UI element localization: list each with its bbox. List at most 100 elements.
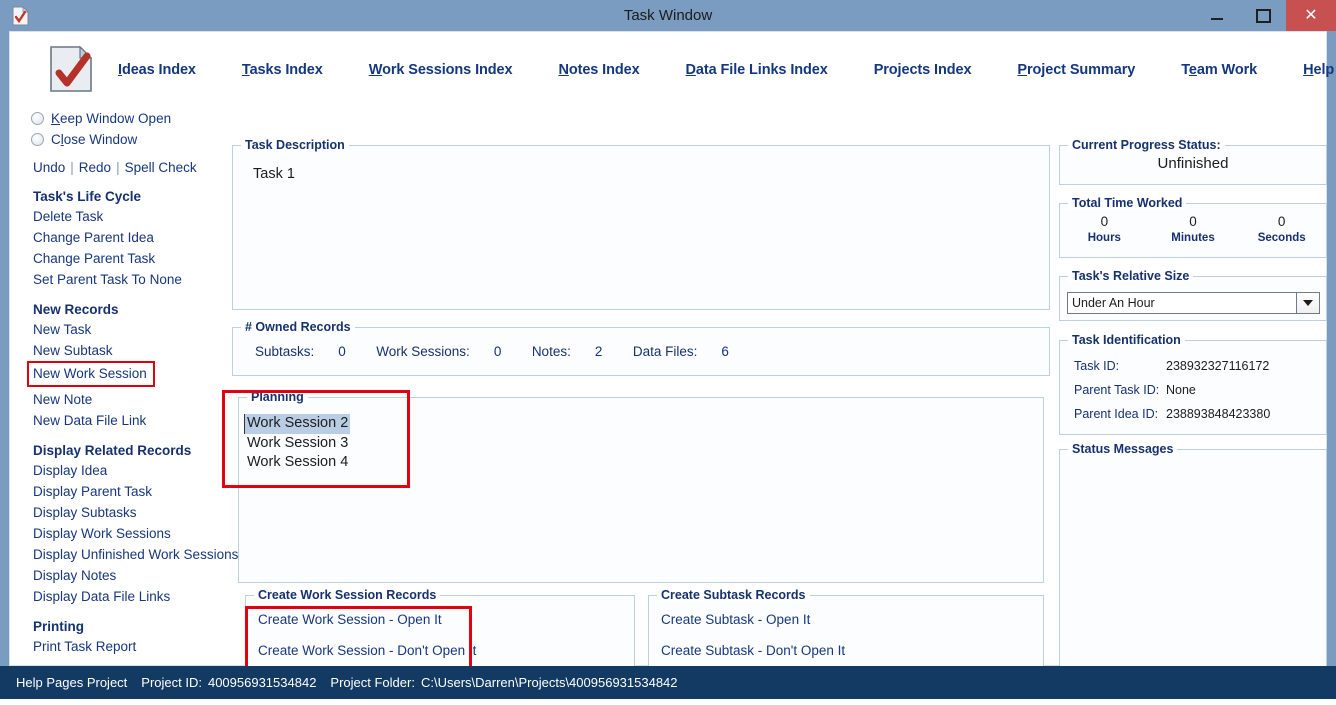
ident-row-task-id: Task ID: 238932327116172: [1074, 359, 1269, 373]
nav-notes-index[interactable]: Notes Index: [558, 62, 639, 78]
create-subtask-records-legend: Create Subtask Records: [657, 588, 810, 602]
owned-records-row: Subtasks: 0 Work Sessions: 0 Notes: 2 Da…: [255, 344, 759, 359]
sidebar-heading-new-records: New Records: [33, 302, 222, 317]
sidebar-item-delete-task[interactable]: Delete Task: [33, 208, 222, 225]
statusbar-project-id: 400956931534842: [208, 675, 316, 690]
plan-row: Work Session 2: [245, 414, 350, 434]
task-identification-panel: Task Identification Task ID: 23893232711…: [1059, 340, 1327, 435]
nav-data-file-links-index[interactable]: Data File Links Index: [686, 62, 828, 78]
total-time-worked-panel: Total Time Worked 0 Hours 0 Minutes 0 Se…: [1059, 203, 1327, 258]
nav-help[interactable]: Help: [1303, 62, 1334, 78]
owned-cell-notes: Notes: 2: [532, 344, 605, 359]
ident-value-task-id: 238932327116172: [1166, 359, 1269, 373]
owned-value-data-files: 6: [721, 344, 731, 359]
planning-item-selected[interactable]: Work Session 2: [244, 414, 350, 434]
owned-value-subtasks: 0: [338, 344, 348, 359]
time-unit-minutes: Minutes: [1149, 232, 1238, 244]
close-icon: ✕: [1304, 8, 1317, 24]
client-area: Ideas Index Tasks Index Work Sessions In…: [9, 31, 1327, 666]
time-cell-seconds: 0 Seconds: [1237, 214, 1326, 244]
action-create-subtask-open-it[interactable]: Create Subtask - Open It: [661, 612, 1043, 628]
ident-label-parent-task-id: Parent Task ID:: [1074, 383, 1166, 397]
nav-team-work[interactable]: Team Work: [1181, 62, 1257, 78]
owned-records-legend: # Owned Records: [241, 320, 355, 334]
time-cell-minutes: 0 Minutes: [1149, 214, 1238, 244]
radio-icon: [31, 133, 44, 146]
nav-ideas-index[interactable]: Ideas Index: [118, 62, 196, 78]
task-window: Task Window ✕ Ideas Index Tasks Index Wo…: [0, 0, 1336, 699]
sidebar-item-display-notes[interactable]: Display Notes: [33, 567, 222, 584]
minimize-button[interactable]: [1194, 0, 1240, 31]
nav-projects-index[interactable]: Projects Index: [874, 62, 972, 78]
statusbar-project-id-label: Project ID:: [141, 675, 202, 690]
total-time-worked-row: 0 Hours 0 Minutes 0 Seconds: [1060, 214, 1326, 244]
title-bar: Task Window ✕: [0, 0, 1336, 31]
task-description-legend: Task Description: [241, 138, 349, 152]
radio-label-close-window: Close Window: [51, 132, 137, 147]
owned-label-data-files: Data Files:: [633, 344, 698, 359]
task-relative-size-legend: Task's Relative Size: [1068, 269, 1193, 283]
action-create-work-session-open-it[interactable]: Create Work Session - Open It: [258, 612, 634, 628]
sidebar-item-display-subtasks[interactable]: Display Subtasks: [33, 504, 222, 521]
sidebar-item-set-parent-task-to-none[interactable]: Set Parent Task To None: [33, 271, 222, 288]
window-controls: ✕: [1194, 0, 1336, 31]
undo-button[interactable]: Undo: [33, 160, 65, 175]
nav-links: Ideas Index Tasks Index Work Sessions In…: [118, 32, 1336, 108]
close-button[interactable]: ✕: [1286, 0, 1336, 31]
task-relative-size-value: Under An Hour: [1068, 293, 1296, 313]
nav-project-summary[interactable]: Project Summary: [1017, 62, 1135, 78]
current-progress-status-value: Unfinished: [1060, 155, 1326, 172]
current-progress-status-legend: Current Progress Status:: [1068, 138, 1225, 152]
time-value-minutes: 0: [1149, 214, 1238, 229]
sidebar-heading-display-related-records: Display Related Records: [33, 443, 222, 458]
window-title: Task Window: [0, 0, 1336, 31]
maximize-button[interactable]: [1240, 0, 1286, 31]
ident-value-parent-idea-id: 238893848423380: [1166, 407, 1270, 421]
owned-cell-data-files: Data Files: 6: [633, 344, 732, 359]
statusbar-project-name: Help Pages Project: [16, 675, 127, 690]
sidebar-item-new-data-file-link[interactable]: New Data File Link: [33, 412, 222, 429]
sidebar-item-display-data-file-links[interactable]: Display Data File Links: [33, 588, 222, 605]
nav-work-sessions-index[interactable]: Work Sessions Index: [369, 62, 513, 78]
status-messages-panel: Status Messages: [1059, 449, 1327, 687]
sidebar-item-new-task[interactable]: New Task: [33, 321, 222, 338]
action-create-work-session-dont-open-it[interactable]: Create Work Session - Don't Open It: [258, 643, 634, 659]
planning-item[interactable]: Work Session 3: [245, 434, 350, 454]
sidebar-item-display-idea[interactable]: Display Idea: [33, 462, 222, 479]
plan-row: Work Session 3: [245, 434, 350, 454]
sidebar-item-display-work-sessions[interactable]: Display Work Sessions: [33, 525, 222, 542]
task-description-text[interactable]: Task 1: [253, 166, 295, 182]
time-unit-hours: Hours: [1060, 232, 1149, 244]
sidebar-item-print-task-report[interactable]: Print Task Report: [33, 638, 222, 655]
ident-row-parent-idea-id: Parent Idea ID: 238893848423380: [1074, 407, 1270, 421]
sidebar-item-new-work-session[interactable]: New Work Session: [27, 361, 155, 387]
time-value-seconds: 0: [1237, 214, 1326, 229]
redo-button[interactable]: Redo: [79, 160, 111, 175]
ident-label-task-id: Task ID:: [1074, 359, 1166, 373]
radio-keep-window-open[interactable]: Keep Window Open: [31, 108, 222, 129]
task-identification-legend: Task Identification: [1068, 333, 1185, 347]
planning-item[interactable]: Work Session 4: [245, 453, 350, 473]
separator: |: [70, 160, 74, 175]
radio-close-window[interactable]: Close Window: [31, 129, 222, 150]
create-work-session-records-legend: Create Work Session Records: [254, 588, 440, 602]
action-create-subtask-dont-open-it[interactable]: Create Subtask - Don't Open It: [661, 643, 1043, 659]
owned-label-subtasks: Subtasks:: [255, 344, 314, 359]
owned-label-notes: Notes:: [532, 344, 571, 359]
sidebar-item-change-parent-task[interactable]: Change Parent Task: [33, 250, 222, 267]
sidebar-item-display-unfinished-work-sessions[interactable]: Display Unfinished Work Sessions: [33, 546, 222, 563]
owned-records-panel: # Owned Records Subtasks: 0 Work Session…: [232, 327, 1050, 376]
time-unit-seconds: Seconds: [1237, 232, 1326, 244]
sidebar-item-change-parent-idea[interactable]: Change Parent Idea: [33, 229, 222, 246]
sidebar-item-new-subtask[interactable]: New Subtask: [33, 342, 222, 359]
top-navigation: Ideas Index Tasks Index Work Sessions In…: [10, 32, 1326, 108]
sidebar-item-new-note[interactable]: New Note: [33, 391, 222, 408]
chevron-down-icon[interactable]: [1296, 293, 1319, 313]
spell-check-button[interactable]: Spell Check: [125, 160, 197, 175]
ident-value-parent-task-id: None: [1166, 383, 1196, 397]
status-messages-legend: Status Messages: [1068, 442, 1177, 456]
planning-text-area[interactable]: Work Session 2 Work Session 3 Work Sessi…: [245, 414, 350, 473]
sidebar-item-display-parent-task[interactable]: Display Parent Task: [33, 483, 222, 500]
nav-tasks-index[interactable]: Tasks Index: [242, 62, 323, 78]
task-relative-size-dropdown[interactable]: Under An Hour: [1067, 292, 1320, 314]
